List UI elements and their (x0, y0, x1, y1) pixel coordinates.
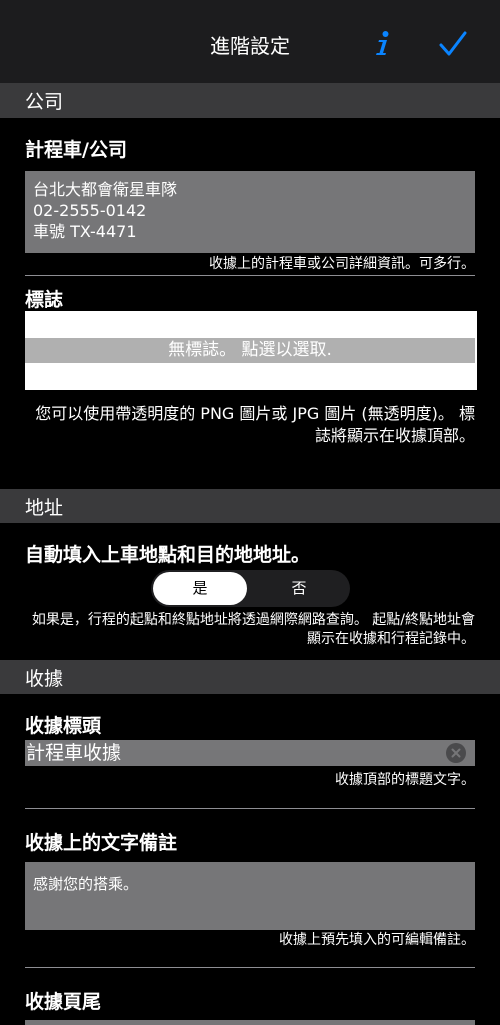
section-header-address: 地址 (0, 489, 500, 523)
divider (25, 808, 475, 809)
logo-placeholder[interactable]: 無標誌。 點選以選取. (25, 338, 475, 363)
receipt-header-heading: 收據標頭 (25, 715, 102, 737)
receipt-footer-textarea[interactable] (25, 1020, 475, 1025)
page-title: 進階設定 (210, 34, 290, 58)
segment-no[interactable]: 否 (250, 572, 348, 605)
receipt-footer-heading: 收據頁尾 (25, 991, 102, 1013)
info-icon[interactable] (373, 28, 393, 58)
autofill-heading: 自動填入上車地點和目的地地址。 (25, 544, 311, 566)
checkmark-icon[interactable] (438, 30, 468, 58)
taxi-company-heading: 計程車/公司 (25, 139, 127, 161)
section-header-company: 公司 (0, 83, 500, 118)
receipt-note-textarea[interactable]: 感謝您的搭乘。 (25, 862, 475, 930)
logo-heading: 標誌 (25, 289, 64, 311)
logo-hint: 您可以使用帶透明度的 PNG 圖片或 JPG 圖片 (無透明度)。 標誌將顯示在… (35, 404, 475, 445)
divider (25, 275, 475, 276)
receipt-note-hint: 收據上預先填入的可編輯備註。 (279, 932, 475, 948)
segment-yes[interactable]: 是 (153, 572, 247, 605)
section-header-receipt: 收據 (0, 660, 500, 694)
autofill-hint: 如果是，行程的起點和終點地址將透過網際網路查詢。 起點/終點地址會顯示在收據和行… (31, 612, 475, 647)
receipt-header-input[interactable]: 計程車收據 (25, 740, 475, 766)
receipt-note-heading: 收據上的文字備註 (25, 832, 178, 854)
receipt-header-hint: 收據頂部的標題文字。 (335, 772, 475, 788)
taxi-company-textarea[interactable]: 台北大都會衛星車隊 02-2555-0142 車號 TX-4471 (25, 171, 475, 253)
divider (25, 967, 475, 968)
clear-icon[interactable] (446, 743, 466, 763)
taxi-company-hint: 收據上的計程車或公司詳細資訊。可多行。 (209, 256, 475, 272)
